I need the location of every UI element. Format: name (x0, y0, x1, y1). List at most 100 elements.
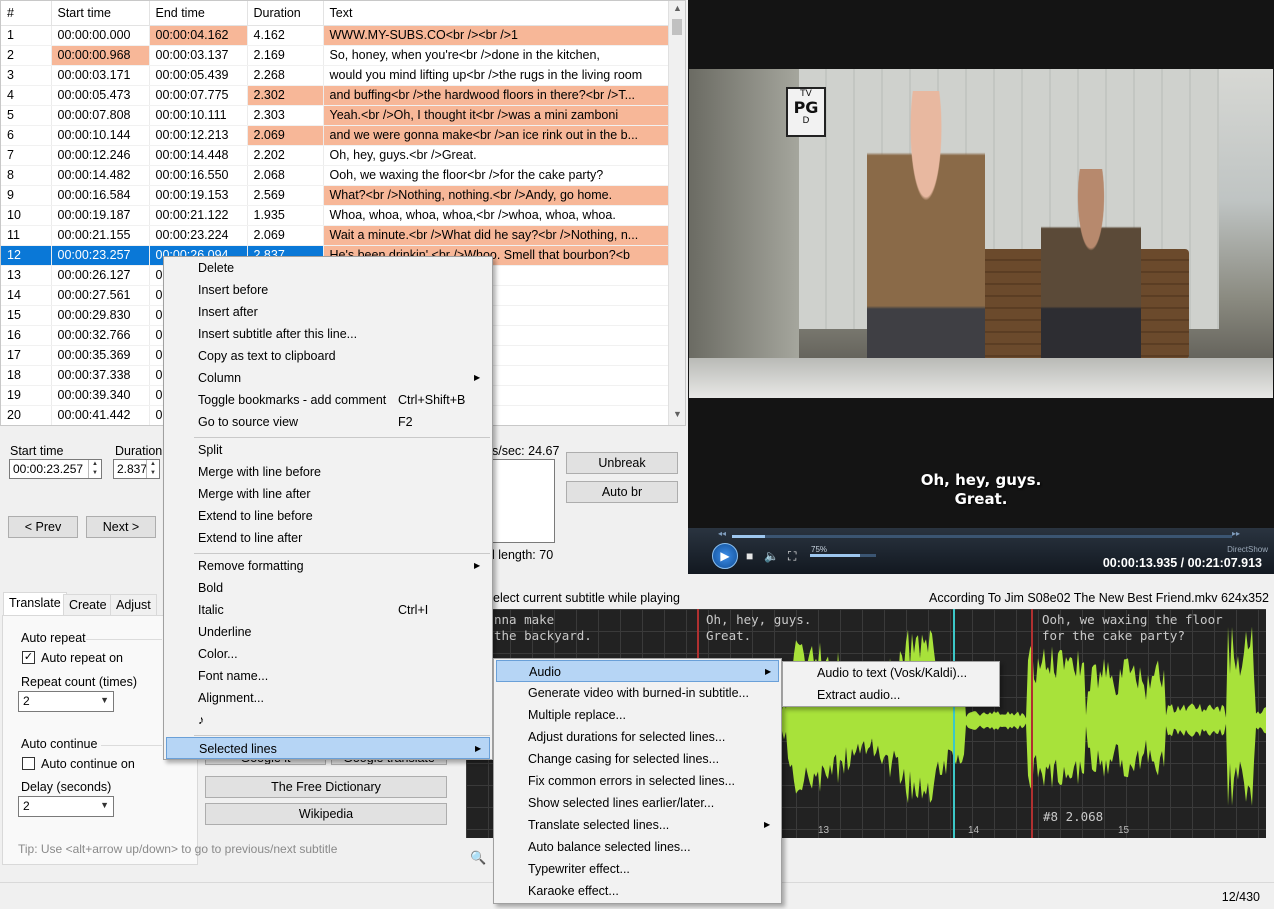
volume-slider[interactable] (810, 554, 876, 557)
table-row[interactable]: 3 00:00:03.171 00:00:05.439 2.268 would you … (1, 65, 670, 86)
menu-separator (194, 553, 490, 554)
scroll-thumb[interactable] (672, 19, 682, 35)
auto-continue-checkbox[interactable] (22, 757, 35, 770)
auto-repeat-group-title: Auto repeat (21, 631, 86, 645)
zoom-out-icon[interactable]: 🔍 (470, 850, 486, 866)
menu-item-merge-with-line-before[interactable]: Merge with line before (166, 461, 490, 483)
fullscreen-icon[interactable]: ⛶ (788, 549, 796, 564)
waveform-select-while-playing-label[interactable]: elect current subtitle while playing (493, 591, 680, 605)
submenu-item-change-casing-for-selected-lines[interactable]: Change casing for selected lines... (496, 748, 779, 770)
audio-menu-item-extract-audio[interactable]: Extract audio... (785, 684, 997, 706)
unbreak-button[interactable]: Unbreak (566, 452, 678, 474)
menu-item-copy-as-text-to-clipboard[interactable]: Copy as text to clipboard (166, 345, 490, 367)
start-time-field[interactable]: 00:00:23.257 ▲ ▼ (9, 459, 102, 479)
submenu-item-audio[interactable]: Audio ▶ (496, 660, 779, 682)
table-row[interactable]: 7 00:00:12.246 00:00:14.448 2.202 Oh, hey, g… (1, 145, 670, 166)
spin-updown-icon[interactable]: ▲ ▼ (146, 460, 159, 478)
scroll-down-icon[interactable]: ▼ (673, 409, 682, 419)
menu-item-font-name[interactable]: Font name... (166, 665, 490, 687)
menu-item-label: Audio to text (Vosk/Kaldi)... (817, 666, 968, 680)
menu-item-extend-to-line-before[interactable]: Extend to line before (166, 505, 490, 527)
seek-forward-icon[interactable]: ▸▸ (1232, 529, 1240, 538)
row-end-time: 00:00:10.111 (149, 105, 248, 126)
volume-level (810, 554, 860, 557)
menu-item-underline[interactable]: Underline (166, 621, 490, 643)
row-number: 13 (1, 265, 52, 286)
menu-item-bold[interactable]: Bold (166, 577, 490, 599)
row-duration: 2.069 (247, 225, 324, 246)
next-button[interactable]: Next > (86, 516, 156, 538)
chevron-down-icon: ▼ (100, 800, 109, 810)
duration-field[interactable]: 2.837 ▲ ▼ (113, 459, 160, 479)
repeat-count-select[interactable]: 2 ▼ (18, 691, 114, 712)
menu-item-split[interactable]: Split (166, 439, 490, 461)
col-header-text[interactable]: Text (323, 1, 670, 26)
auto-br-button[interactable]: Auto br (566, 481, 678, 503)
tv-rating-logo: TV PG D (786, 87, 826, 137)
menu-item-go-to-source-view[interactable]: Go to source view F2 (166, 411, 490, 433)
video-player[interactable]: TV PG D Oh, hey, guys. Great. ◂◂ ▸▸ ▶ ■ … (688, 0, 1274, 574)
menu-item-italic[interactable]: Italic Ctrl+I (166, 599, 490, 621)
table-row[interactable]: 8 00:00:14.482 00:00:16.550 2.068 Ooh, we wa… (1, 165, 670, 186)
col-header-end[interactable]: End time (149, 1, 248, 26)
menu-item-label: Multiple replace... (528, 708, 626, 722)
menu-item-insert-before[interactable]: Insert before (166, 279, 490, 301)
spin-updown-icon[interactable]: ▲ ▼ (88, 460, 101, 478)
segment-1-line-2: the backyard. (494, 628, 592, 643)
audio-menu-item-audio-to-text[interactable]: Audio to text (Vosk/Kaldi)... (785, 662, 997, 684)
menu-item-column[interactable]: Column ▶ (166, 367, 490, 389)
menu-item-remove-formatting[interactable]: Remove formatting ▶ (166, 555, 490, 577)
stop-icon[interactable]: ■ (746, 549, 753, 563)
menu-item-selected-lines[interactable]: Selected lines ▶ (166, 737, 490, 759)
row-number: 10 (1, 205, 52, 226)
prev-button[interactable]: < Prev (8, 516, 78, 538)
table-row[interactable]: 4 00:00:05.473 00:00:07.775 2.302 and buffin… (1, 85, 670, 106)
scene-snow (689, 358, 1273, 398)
submenu-item-adjust-durations-for-selected-lines[interactable]: Adjust durations for selected lines... (496, 726, 779, 748)
table-row[interactable]: 11 00:00:21.155 00:00:23.224 2.069 Wait a mi… (1, 225, 670, 246)
table-row[interactable]: 6 00:00:10.144 00:00:12.213 2.069 and we wer… (1, 125, 670, 146)
menu-item-insert-after[interactable]: Insert after (166, 301, 490, 323)
submenu-item-multiple-replace[interactable]: Multiple replace... (496, 704, 779, 726)
video-caption: Oh, hey, guys. Great. (688, 471, 1274, 509)
submenu-item-translate-selected-lines[interactable]: Translate selected lines... ▶ (496, 814, 779, 836)
tab-adjust[interactable]: Adjust (110, 594, 157, 616)
table-row[interactable]: 2 00:00:00.968 00:00:03.137 2.169 So, honey,… (1, 45, 670, 66)
submenu-item-fix-common-errors-in-selected-lines[interactable]: Fix common errors in selected lines... (496, 770, 779, 792)
submenu-arrow-icon: ▶ (474, 561, 481, 570)
delay-select[interactable]: 2 ▼ (18, 796, 114, 817)
play-icon[interactable]: ▶ (712, 543, 738, 569)
free-dictionary-button[interactable]: The Free Dictionary (205, 776, 447, 798)
submenu-item-generate-video-with-burned-in-subtitle[interactable]: Generate video with burned-in subtitle..… (496, 682, 779, 704)
volume-icon[interactable]: 🔈 (764, 549, 779, 563)
seek-bar[interactable] (732, 535, 1232, 538)
table-row[interactable]: 5 00:00:07.808 00:00:10.111 2.303 Yeah.<br /… (1, 105, 670, 126)
submenu-item-karaoke-effect[interactable]: Karaoke effect... (496, 880, 779, 902)
menu-item-merge-with-line-after[interactable]: Merge with line after (166, 483, 490, 505)
col-header-duration[interactable]: Duration (247, 1, 324, 26)
menu-item-music-note[interactable]: ♪ (166, 709, 490, 731)
submenu-item-show-selected-lines-earlier-later[interactable]: Show selected lines earlier/later... (496, 792, 779, 814)
auto-repeat-checkbox[interactable]: ✓ (22, 651, 35, 664)
scroll-up-icon[interactable]: ▲ (673, 3, 682, 13)
wikipedia-button[interactable]: Wikipedia (205, 803, 447, 825)
segment-info: #8 2.068 (1043, 809, 1104, 824)
menu-item-extend-to-line-after[interactable]: Extend to line after (166, 527, 490, 549)
tab-create[interactable]: Create (63, 594, 113, 616)
table-row[interactable]: 9 00:00:16.584 00:00:19.153 2.569 What?<br /… (1, 185, 670, 206)
menu-item-alignment[interactable]: Alignment... (166, 687, 490, 709)
col-header-start[interactable]: Start time (51, 1, 150, 26)
menu-item-insert-subtitle-after-this-line[interactable]: Insert subtitle after this line... (166, 323, 490, 345)
menu-item-color[interactable]: Color... (166, 643, 490, 665)
tab-translate[interactable]: Translate (3, 592, 67, 616)
col-header-number[interactable]: # (1, 1, 52, 26)
grid-scrollbar[interactable]: ▲ ▼ (668, 1, 685, 425)
row-start-time: 00:00:05.473 (51, 85, 150, 106)
seek-back-icon[interactable]: ◂◂ (718, 529, 726, 538)
menu-item-toggle-bookmarks-add-comment[interactable]: Toggle bookmarks - add comment Ctrl+Shift… (166, 389, 490, 411)
submenu-item-typewriter-effect[interactable]: Typewriter effect... (496, 858, 779, 880)
table-row[interactable]: 10 00:00:19.187 00:00:21.122 1.935 Whoa, who… (1, 205, 670, 226)
submenu-item-auto-balance-selected-lines[interactable]: Auto balance selected lines... (496, 836, 779, 858)
menu-item-delete[interactable]: Delete (166, 257, 490, 279)
table-row[interactable]: 1 00:00:00.000 00:00:04.162 4.162 WWW.MY-SUB… (1, 25, 670, 46)
